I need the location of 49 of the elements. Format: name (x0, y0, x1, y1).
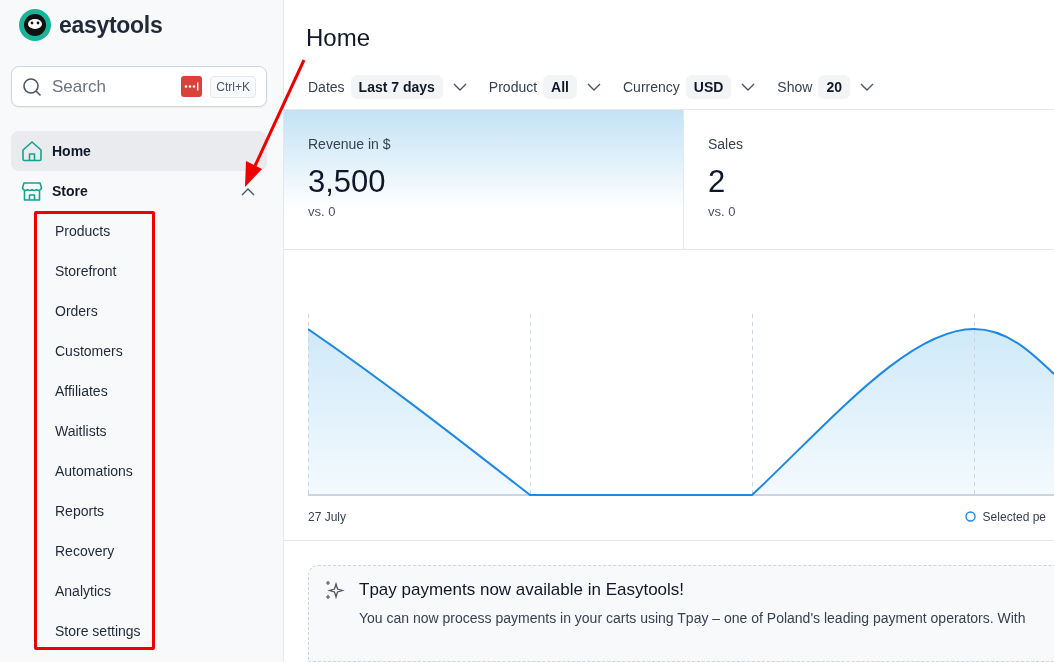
chevron-down-icon[interactable] (859, 82, 874, 91)
legend-marker-icon (964, 511, 976, 522)
filter-value[interactable]: USD (685, 74, 732, 99)
nav-subitem[interactable]: Automations (11, 451, 267, 491)
nav-subitem[interactable]: Analytics (11, 571, 267, 611)
store-icon (21, 180, 43, 202)
chevron-down-icon[interactable] (741, 82, 756, 91)
nav-subitem[interactable]: Orders (11, 291, 267, 331)
nav-subitem[interactable]: Products (11, 211, 267, 251)
home-icon (21, 140, 43, 162)
nav-subitem[interactable]: Recovery (11, 531, 267, 571)
nav-subitem[interactable]: Reports (11, 491, 267, 531)
filter-value[interactable]: All (543, 74, 577, 99)
shortcut-hint: Ctrl+K (210, 75, 256, 98)
stat-label: Sales (708, 135, 745, 152)
stat-card[interactable]: Revenue in $ 3,500 vs. 0 (284, 109, 684, 249)
stat-value: 3,500 (308, 163, 387, 200)
axis-label: 27 July (308, 509, 347, 524)
announcement-text: You can now process payments in your carts using Tpay – one of Poland's leading payment operators. With (359, 609, 1026, 626)
announcement-title: Tpay payments now available in Easytools! (359, 579, 686, 600)
nav-subitem[interactable]: Store settings (11, 611, 267, 651)
filter-label: Dates (308, 78, 345, 95)
page-title: Home (305, 23, 372, 53)
stat-value: 2 (708, 163, 727, 200)
chevron-up-icon[interactable] (241, 188, 255, 196)
nav-subitem[interactable]: Affiliates (11, 371, 267, 411)
stat-label: Revenue in $ (308, 135, 392, 152)
stat-comparison: vs. 0 (308, 203, 337, 219)
nav-subitem[interactable]: Storefront (11, 251, 267, 291)
search-icon (22, 76, 42, 97)
brand-name: easytools (59, 11, 163, 39)
filter-label: Show (777, 78, 813, 95)
filter-value[interactable]: 20 (818, 74, 850, 99)
sparkle-icon (325, 579, 345, 600)
chevron-down-icon[interactable] (452, 82, 467, 91)
nav-item[interactable]: Home (11, 131, 267, 171)
search-box[interactable]: Search Ctrl+K (11, 66, 267, 107)
filter-label: Product (488, 78, 538, 95)
password-manager-icon[interactable] (181, 76, 203, 97)
nav-item[interactable]: Store (11, 171, 267, 211)
chevron-down-icon[interactable] (587, 82, 601, 91)
nav-subitem[interactable]: Customers (11, 331, 267, 371)
logo-icon (19, 9, 51, 41)
nav-subitem[interactable]: Waitlists (11, 411, 267, 451)
search-field[interactable]: Search (50, 75, 174, 98)
filter-value[interactable]: Last 7 days (350, 74, 443, 99)
legend-item: Selected pe (964, 509, 1046, 524)
filter-label: Currency (623, 78, 680, 95)
stat-comparison: vs. 0 (708, 203, 737, 219)
